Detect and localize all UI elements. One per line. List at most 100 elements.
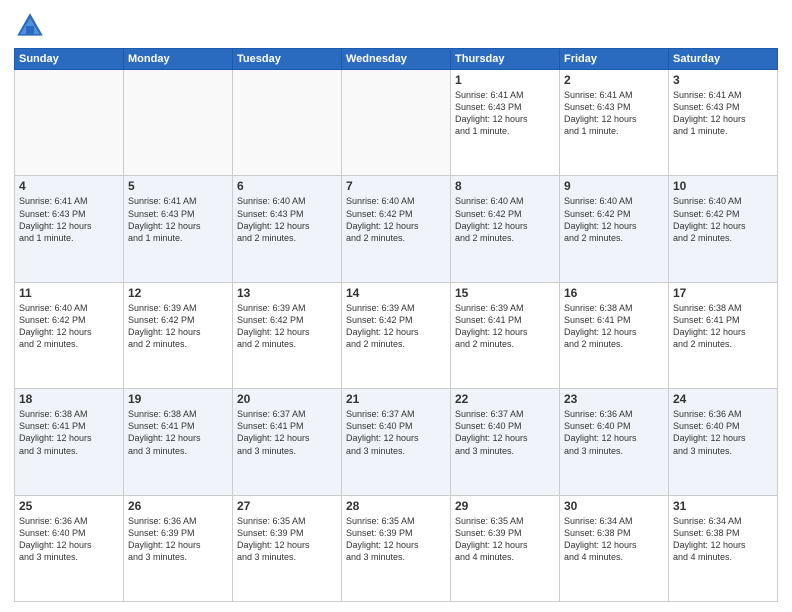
day-number: 29 bbox=[455, 499, 555, 513]
day-number: 2 bbox=[564, 73, 664, 87]
calendar-cell: 27 Sunrise: 6:35 AM Sunset: 6:39 PM Dayli… bbox=[233, 495, 342, 601]
logo bbox=[14, 10, 50, 42]
weekday-header-friday: Friday bbox=[560, 49, 669, 70]
day-info: Sunrise: 6:38 AM Sunset: 6:41 PM Dayligh… bbox=[673, 302, 773, 351]
day-number: 5 bbox=[128, 179, 228, 193]
day-info: Sunrise: 6:41 AM Sunset: 6:43 PM Dayligh… bbox=[455, 89, 555, 138]
day-number: 15 bbox=[455, 286, 555, 300]
calendar-week-row: 4 Sunrise: 6:41 AM Sunset: 6:43 PM Daylig… bbox=[15, 176, 778, 282]
calendar-cell: 12 Sunrise: 6:39 AM Sunset: 6:42 PM Dayli… bbox=[124, 282, 233, 388]
calendar-cell: 11Sunrise: 6:40 AM Sunset: 6:42 PM Dayli… bbox=[15, 282, 124, 388]
calendar-cell bbox=[124, 70, 233, 176]
day-number: 1 bbox=[455, 73, 555, 87]
day-number: 8 bbox=[455, 179, 555, 193]
day-info: Sunrise: 6:38 AM Sunset: 6:41 PM Dayligh… bbox=[19, 408, 119, 457]
page: SundayMondayTuesdayWednesdayThursdayFrid… bbox=[0, 0, 792, 612]
day-info: Sunrise: 6:35 AM Sunset: 6:39 PM Dayligh… bbox=[237, 515, 337, 564]
calendar-week-row: 11Sunrise: 6:40 AM Sunset: 6:42 PM Dayli… bbox=[15, 282, 778, 388]
day-number: 17 bbox=[673, 286, 773, 300]
day-number: 7 bbox=[346, 179, 446, 193]
logo-icon bbox=[14, 10, 46, 42]
day-number: 30 bbox=[564, 499, 664, 513]
day-number: 11 bbox=[19, 286, 119, 300]
weekday-header-row: SundayMondayTuesdayWednesdayThursdayFrid… bbox=[15, 49, 778, 70]
day-info: Sunrise: 6:41 AM Sunset: 6:43 PM Dayligh… bbox=[673, 89, 773, 138]
calendar-cell: 24 Sunrise: 6:36 AM Sunset: 6:40 PM Dayli… bbox=[669, 389, 778, 495]
calendar-cell: 2 Sunrise: 6:41 AM Sunset: 6:43 PM Daylig… bbox=[560, 70, 669, 176]
day-number: 23 bbox=[564, 392, 664, 406]
calendar-cell: 7 Sunrise: 6:40 AM Sunset: 6:42 PM Daylig… bbox=[342, 176, 451, 282]
day-info: Sunrise: 6:36 AM Sunset: 6:40 PM Dayligh… bbox=[19, 515, 119, 564]
day-number: 26 bbox=[128, 499, 228, 513]
day-info: Sunrise: 6:36 AM Sunset: 6:39 PM Dayligh… bbox=[128, 515, 228, 564]
day-info: Sunrise: 6:40 AM Sunset: 6:43 PM Dayligh… bbox=[237, 195, 337, 244]
day-info: Sunrise: 6:39 AM Sunset: 6:42 PM Dayligh… bbox=[237, 302, 337, 351]
day-info: Sunrise: 6:41 AM Sunset: 6:43 PM Dayligh… bbox=[19, 195, 119, 244]
day-number: 12 bbox=[128, 286, 228, 300]
day-info: Sunrise: 6:38 AM Sunset: 6:41 PM Dayligh… bbox=[564, 302, 664, 351]
day-info: Sunrise: 6:37 AM Sunset: 6:40 PM Dayligh… bbox=[455, 408, 555, 457]
day-number: 16 bbox=[564, 286, 664, 300]
calendar-cell: 25 Sunrise: 6:36 AM Sunset: 6:40 PM Dayli… bbox=[15, 495, 124, 601]
calendar-cell: 17 Sunrise: 6:38 AM Sunset: 6:41 PM Dayli… bbox=[669, 282, 778, 388]
day-info: Sunrise: 6:39 AM Sunset: 6:41 PM Dayligh… bbox=[455, 302, 555, 351]
day-info: Sunrise: 6:35 AM Sunset: 6:39 PM Dayligh… bbox=[455, 515, 555, 564]
day-number: 9 bbox=[564, 179, 664, 193]
day-info: Sunrise: 6:38 AM Sunset: 6:41 PM Dayligh… bbox=[128, 408, 228, 457]
calendar-cell: 13 Sunrise: 6:39 AM Sunset: 6:42 PM Dayli… bbox=[233, 282, 342, 388]
calendar-cell: 14 Sunrise: 6:39 AM Sunset: 6:42 PM Dayli… bbox=[342, 282, 451, 388]
day-number: 6 bbox=[237, 179, 337, 193]
calendar-cell: 15 Sunrise: 6:39 AM Sunset: 6:41 PM Dayli… bbox=[451, 282, 560, 388]
calendar-cell: 18 Sunrise: 6:38 AM Sunset: 6:41 PM Dayli… bbox=[15, 389, 124, 495]
calendar-cell: 31 Sunrise: 6:34 AM Sunset: 6:38 PM Dayli… bbox=[669, 495, 778, 601]
day-number: 13 bbox=[237, 286, 337, 300]
calendar-cell: 22 Sunrise: 6:37 AM Sunset: 6:40 PM Dayli… bbox=[451, 389, 560, 495]
day-number: 27 bbox=[237, 499, 337, 513]
day-info: Sunrise: 6:37 AM Sunset: 6:40 PM Dayligh… bbox=[346, 408, 446, 457]
calendar-cell: 8 Sunrise: 6:40 AM Sunset: 6:42 PM Daylig… bbox=[451, 176, 560, 282]
calendar-cell: 28Sunrise: 6:35 AM Sunset: 6:39 PM Dayli… bbox=[342, 495, 451, 601]
day-number: 24 bbox=[673, 392, 773, 406]
calendar-week-row: 18 Sunrise: 6:38 AM Sunset: 6:41 PM Dayli… bbox=[15, 389, 778, 495]
calendar-cell: 29 Sunrise: 6:35 AM Sunset: 6:39 PM Dayli… bbox=[451, 495, 560, 601]
day-number: 25 bbox=[19, 499, 119, 513]
day-info: Sunrise: 6:40 AM Sunset: 6:42 PM Dayligh… bbox=[564, 195, 664, 244]
day-number: 22 bbox=[455, 392, 555, 406]
day-info: Sunrise: 6:39 AM Sunset: 6:42 PM Dayligh… bbox=[128, 302, 228, 351]
day-info: Sunrise: 6:36 AM Sunset: 6:40 PM Dayligh… bbox=[673, 408, 773, 457]
calendar-week-row: 25 Sunrise: 6:36 AM Sunset: 6:40 PM Dayli… bbox=[15, 495, 778, 601]
day-number: 19 bbox=[128, 392, 228, 406]
calendar-cell: 16 Sunrise: 6:38 AM Sunset: 6:41 PM Dayli… bbox=[560, 282, 669, 388]
day-info: Sunrise: 6:40 AM Sunset: 6:42 PM Dayligh… bbox=[673, 195, 773, 244]
calendar-cell: 19 Sunrise: 6:38 AM Sunset: 6:41 PM Dayli… bbox=[124, 389, 233, 495]
day-info: Sunrise: 6:37 AM Sunset: 6:41 PM Dayligh… bbox=[237, 408, 337, 457]
calendar-cell: 5 Sunrise: 6:41 AM Sunset: 6:43 PM Daylig… bbox=[124, 176, 233, 282]
day-number: 14 bbox=[346, 286, 446, 300]
calendar-cell: 4 Sunrise: 6:41 AM Sunset: 6:43 PM Daylig… bbox=[15, 176, 124, 282]
day-number: 21 bbox=[346, 392, 446, 406]
day-info: Sunrise: 6:34 AM Sunset: 6:38 PM Dayligh… bbox=[673, 515, 773, 564]
day-info: Sunrise: 6:40 AM Sunset: 6:42 PM Dayligh… bbox=[346, 195, 446, 244]
day-info: Sunrise: 6:40 AM Sunset: 6:42 PM Dayligh… bbox=[455, 195, 555, 244]
day-number: 18 bbox=[19, 392, 119, 406]
calendar-cell: 9 Sunrise: 6:40 AM Sunset: 6:42 PM Daylig… bbox=[560, 176, 669, 282]
calendar-cell: 26 Sunrise: 6:36 AM Sunset: 6:39 PM Dayli… bbox=[124, 495, 233, 601]
weekday-header-sunday: Sunday bbox=[15, 49, 124, 70]
calendar-cell: 6 Sunrise: 6:40 AM Sunset: 6:43 PM Daylig… bbox=[233, 176, 342, 282]
weekday-header-wednesday: Wednesday bbox=[342, 49, 451, 70]
calendar-cell bbox=[233, 70, 342, 176]
day-number: 31 bbox=[673, 499, 773, 513]
day-info: Sunrise: 6:41 AM Sunset: 6:43 PM Dayligh… bbox=[128, 195, 228, 244]
weekday-header-thursday: Thursday bbox=[451, 49, 560, 70]
weekday-header-saturday: Saturday bbox=[669, 49, 778, 70]
weekday-header-tuesday: Tuesday bbox=[233, 49, 342, 70]
calendar-cell: 30 Sunrise: 6:34 AM Sunset: 6:38 PM Dayli… bbox=[560, 495, 669, 601]
calendar-cell: 20Sunrise: 6:37 AM Sunset: 6:41 PM Dayli… bbox=[233, 389, 342, 495]
day-info: Sunrise: 6:39 AM Sunset: 6:42 PM Dayligh… bbox=[346, 302, 446, 351]
day-info: Sunrise: 6:34 AM Sunset: 6:38 PM Dayligh… bbox=[564, 515, 664, 564]
day-number: 4 bbox=[19, 179, 119, 193]
day-number: 3 bbox=[673, 73, 773, 87]
calendar-table: SundayMondayTuesdayWednesdayThursdayFrid… bbox=[14, 48, 778, 602]
day-info: Sunrise: 6:41 AM Sunset: 6:43 PM Dayligh… bbox=[564, 89, 664, 138]
day-number: 10 bbox=[673, 179, 773, 193]
